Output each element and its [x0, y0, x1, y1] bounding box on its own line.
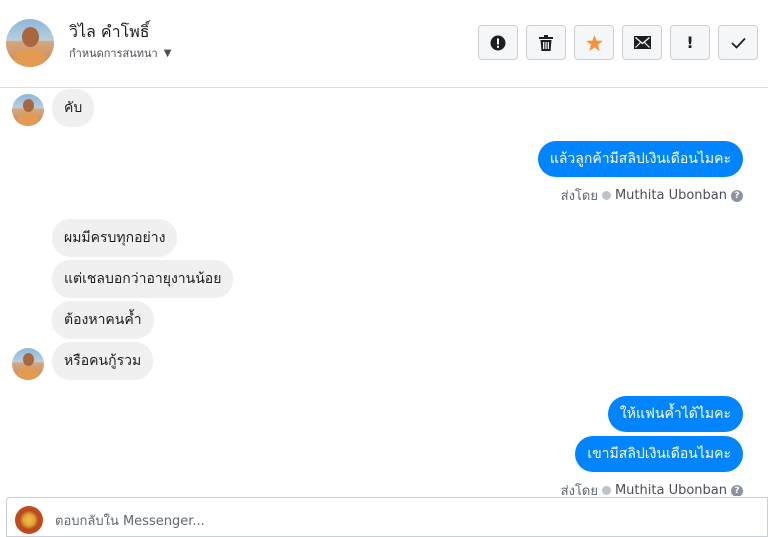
- outgoing-message[interactable]: แล้วลูกค้ามีสลิปเงินเดือนไมคะ: [537, 141, 743, 177]
- verified-dot-icon: [601, 486, 611, 495]
- spam-button[interactable]: [478, 25, 518, 60]
- caret-down-icon: ▼: [163, 47, 172, 59]
- incoming-message[interactable]: คับ: [52, 89, 95, 127]
- assign-conversation-dropdown[interactable]: กำหนดการสนทนา ▼: [69, 44, 171, 62]
- exclamation-icon: !: [686, 33, 694, 52]
- sent-by-info: ส่งโดย Muthita Ubonban ?: [561, 480, 743, 496]
- sent-by-agent[interactable]: Muthita Ubonban: [615, 188, 727, 203]
- star-icon: [585, 34, 603, 51]
- check-icon: [730, 37, 746, 49]
- sent-by-label: ส่งโดย: [560, 189, 598, 204]
- contact-avatar[interactable]: [6, 19, 54, 67]
- sent-by-info: ส่งโดย Muthita Ubonban ?: [561, 185, 743, 206]
- mark-done-button[interactable]: [718, 25, 758, 60]
- verified-dot-icon: [601, 191, 611, 200]
- incoming-message[interactable]: แต่เชลบอกว่าอายุงานน้อย: [52, 260, 234, 298]
- sent-by-label: ส่งโดย: [560, 484, 598, 496]
- trash-icon: [539, 34, 553, 51]
- sent-by-agent[interactable]: Muthita Ubonban: [615, 483, 727, 496]
- conversation-header: วิไล คำโพธิ์ กำหนดการสนทนา ▼ !: [0, 0, 768, 88]
- outgoing-message[interactable]: เขามีสลิปเงินเดือนไมคะ: [575, 436, 743, 472]
- contact-avatar-small[interactable]: [12, 348, 44, 380]
- assign-conversation-label: กำหนดการสนทนา: [69, 47, 158, 60]
- message-thread[interactable]: คับ แล้วลูกค้ามีสลิปเงินเดือนไมคะ ส่งโดย…: [0, 88, 768, 496]
- alert-circle-icon: [490, 35, 506, 50]
- incoming-message[interactable]: หรือคนกู้รวม: [52, 342, 154, 380]
- delete-button[interactable]: [526, 25, 566, 60]
- envelope-icon: [633, 36, 651, 49]
- help-icon[interactable]: ?: [731, 484, 743, 496]
- contact-name[interactable]: วิไล คำโพธิ์: [69, 20, 150, 45]
- reply-composer: [6, 497, 768, 537]
- follow-up-button[interactable]: !: [670, 25, 710, 60]
- star-button[interactable]: [574, 25, 614, 60]
- incoming-message[interactable]: ผมมีครบทุกอย่าง: [52, 219, 178, 257]
- help-icon[interactable]: ?: [731, 189, 743, 202]
- contact-avatar-small[interactable]: [12, 94, 44, 126]
- outgoing-message[interactable]: ให้แฟนค้ำได้ไมคะ: [607, 396, 743, 432]
- incoming-message[interactable]: ต้องหาคนค้ำ: [52, 301, 154, 339]
- conversation-toolbar: !: [478, 25, 758, 60]
- reply-input[interactable]: [55, 512, 705, 530]
- mark-unread-button[interactable]: [622, 25, 662, 60]
- page-avatar: [15, 506, 43, 534]
